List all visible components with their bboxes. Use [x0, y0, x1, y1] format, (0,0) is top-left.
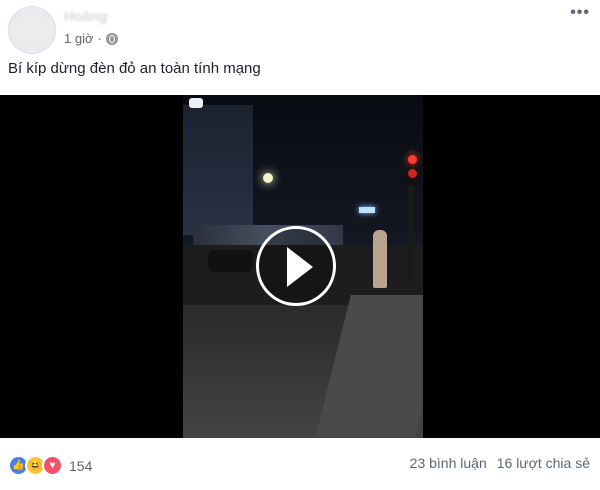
separator: · [97, 31, 102, 46]
post-meta: 1 giờ · [64, 31, 118, 46]
reaction-count[interactable]: 154 [69, 458, 92, 474]
post-footer: 👍 😆 ♥ 154 23 bình luận 16 lượt chia sẻ [0, 438, 600, 490]
video-player[interactable] [0, 95, 600, 438]
reactions-summary[interactable]: 👍 😆 ♥ 154 [8, 455, 92, 476]
love-icon: ♥ [42, 455, 63, 476]
post-header: Hoàng 1 giờ · ••• [0, 0, 600, 56]
play-icon[interactable] [256, 226, 336, 306]
post-caption: Bí kíp dừng đèn đỏ an toàn tính mạng [8, 60, 261, 77]
more-options-icon[interactable]: ••• [570, 4, 590, 22]
post-time[interactable]: 1 giờ [64, 31, 94, 46]
facebook-post: Hoàng 1 giờ · ••• Bí kíp dừng đèn đỏ an … [0, 0, 600, 490]
engagement-stats: 23 bình luận 16 lượt chia sẻ [410, 455, 590, 471]
comment-count[interactable]: 23 bình luận [410, 455, 487, 471]
share-count[interactable]: 16 lượt chia sẻ [497, 455, 590, 471]
author-name[interactable]: Hoàng [64, 8, 164, 24]
globe-icon[interactable] [105, 32, 118, 45]
video-frame [183, 95, 423, 438]
avatar[interactable] [8, 6, 56, 54]
